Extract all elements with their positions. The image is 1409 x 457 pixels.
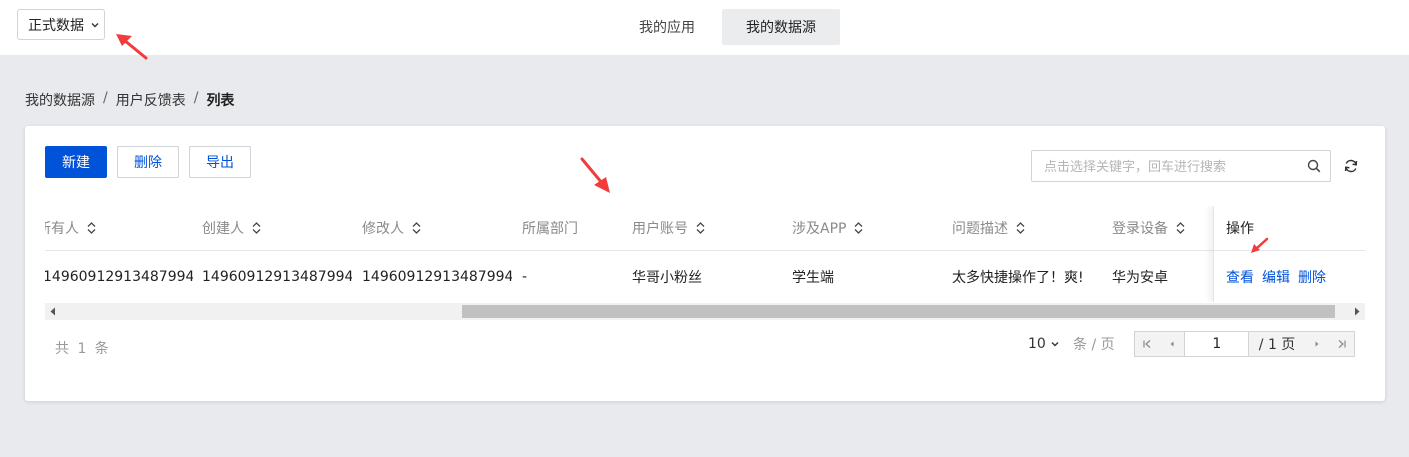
sort-icon[interactable]	[412, 222, 421, 234]
table-cell: 学生端	[792, 269, 834, 286]
table-cell: -	[522, 268, 528, 285]
column-header-modifier[interactable]: 修改人	[362, 206, 512, 250]
total-pages: / 1 页	[1249, 332, 1305, 356]
breadcrumb-current: 列表	[206, 93, 235, 109]
environment-select-value: 正式数据	[28, 17, 84, 34]
scroll-left-arrow-icon[interactable]	[49, 307, 57, 316]
breadcrumb-separator: /	[193, 90, 199, 106]
scroll-right-arrow-icon[interactable]	[1353, 307, 1361, 316]
column-header-app[interactable]: 涉及APP	[792, 206, 942, 250]
table-header-row: 所有人 创建人 修改人 所属部门 用户账号 涉及APP	[45, 206, 1365, 251]
page-size-select[interactable]: 10	[1028, 334, 1060, 354]
new-button[interactable]: 新建	[45, 146, 107, 178]
first-page-button[interactable]	[1135, 332, 1160, 356]
page-size-value: 10	[1028, 336, 1046, 352]
tab-my-data-sources[interactable]: 我的数据源	[722, 9, 840, 45]
sort-icon[interactable]	[1016, 222, 1025, 234]
sort-icon[interactable]	[854, 222, 863, 234]
chevron-down-icon	[1051, 342, 1059, 347]
data-table: 所有人 创建人 修改人 所属部门 用户账号 涉及APP	[45, 206, 1365, 302]
table-cell: 14960912913487994...	[362, 268, 512, 285]
table-cell: 华哥小粉丝	[632, 269, 702, 286]
next-page-button[interactable]	[1304, 332, 1330, 356]
delete-button[interactable]: 删除	[117, 146, 179, 178]
column-header-department: 所属部门	[522, 221, 578, 237]
last-page-icon	[1338, 340, 1346, 348]
delete-link[interactable]: 删除	[1298, 267, 1326, 287]
table-cell: 14960912913487994...	[45, 268, 193, 285]
next-page-icon	[1315, 341, 1319, 347]
search-icon[interactable]	[1307, 159, 1321, 173]
pagination: 1 / 1 页	[1134, 331, 1355, 357]
page-number-input[interactable]: 1	[1184, 332, 1250, 356]
column-header-user-account[interactable]: 用户账号	[632, 206, 782, 250]
table-row[interactable]: 14960912913487994... 14960912913487994..…	[45, 251, 1365, 302]
list-card: 新建 删除 导出 所有人 创建人 修改人 所属部门	[25, 126, 1385, 401]
last-page-button[interactable]	[1329, 332, 1354, 356]
table-cell: 华为安卓	[1112, 269, 1168, 286]
table-cell: 14960912913487994...	[202, 268, 352, 285]
top-bar: 正式数据 我的应用 我的数据源	[0, 0, 1409, 55]
prev-page-icon	[1170, 341, 1174, 347]
column-header-actions: 操作	[1226, 221, 1254, 237]
column-header-creator[interactable]: 创建人	[202, 206, 352, 250]
scrollbar-thumb[interactable]	[462, 305, 1335, 318]
actions-column: 操作 查看 编辑 删除	[1213, 206, 1365, 302]
column-header-issue[interactable]: 问题描述	[952, 206, 1102, 250]
table-cell: 太多快捷操作了！爽!	[952, 269, 1084, 286]
breadcrumb-separator: /	[103, 90, 108, 106]
tab-my-apps[interactable]: 我的应用	[618, 9, 716, 45]
sort-icon[interactable]	[696, 222, 705, 234]
view-link[interactable]: 查看	[1226, 267, 1254, 287]
breadcrumb: 我的数据源 / 用户反馈表 / 列表	[25, 90, 234, 110]
refresh-icon[interactable]	[1343, 158, 1359, 174]
sort-icon[interactable]	[87, 222, 96, 234]
breadcrumb-item-data-sources[interactable]: 我的数据源	[25, 90, 95, 110]
total-count: 共 1 条	[55, 341, 111, 357]
horizontal-scrollbar[interactable]	[45, 303, 1365, 320]
breadcrumb-item-feedback-table[interactable]: 用户反馈表	[116, 90, 186, 110]
edit-link[interactable]: 编辑	[1262, 267, 1290, 287]
column-header-device[interactable]: 登录设备	[1112, 206, 1212, 250]
sort-icon[interactable]	[252, 222, 261, 234]
search-input[interactable]	[1042, 152, 1308, 182]
per-page-label: 条 / 页	[1073, 337, 1115, 353]
first-page-icon	[1143, 340, 1151, 348]
prev-page-button[interactable]	[1159, 332, 1185, 356]
sort-icon[interactable]	[1176, 222, 1185, 234]
search-box	[1031, 150, 1331, 182]
environment-select[interactable]: 正式数据	[17, 9, 105, 40]
chevron-down-icon	[91, 22, 99, 27]
column-header-owner[interactable]: 所有人	[45, 206, 187, 250]
row-actions: 查看 编辑 删除	[1226, 251, 1326, 302]
export-button[interactable]: 导出	[189, 146, 251, 178]
